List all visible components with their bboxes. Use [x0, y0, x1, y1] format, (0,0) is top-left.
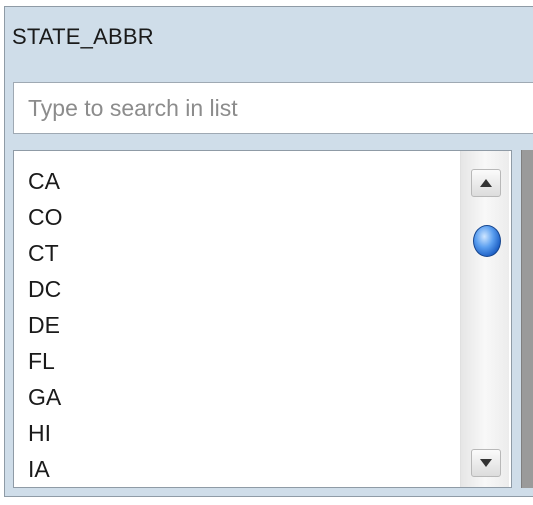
list-item[interactable]: DC [28, 271, 63, 307]
list-item[interactable]: GA [28, 379, 63, 415]
list-item[interactable]: CO [28, 199, 63, 235]
list-item[interactable]: CT [28, 235, 63, 271]
list-item[interactable]: HI [28, 415, 63, 451]
list-item[interactable]: DE [28, 307, 63, 343]
list-item[interactable]: CA [28, 163, 63, 199]
field-title: STATE_ABBR [12, 24, 154, 49]
search-input[interactable] [13, 82, 533, 134]
vertical-scrollbar[interactable] [460, 151, 509, 487]
adjacent-panel-edge [521, 150, 533, 488]
value-list: CA CO CT DC DE FL GA HI IA [28, 163, 63, 487]
scroll-up-button[interactable] [471, 169, 501, 197]
scroll-down-button[interactable] [471, 449, 501, 477]
arrow-down-icon [480, 459, 492, 467]
list-item[interactable]: IA [28, 451, 63, 487]
arrow-up-icon [480, 179, 492, 187]
list-item[interactable]: FL [28, 343, 63, 379]
scroll-thumb[interactable] [473, 225, 501, 257]
value-listbox[interactable]: CA CO CT DC DE FL GA HI IA [13, 150, 512, 488]
